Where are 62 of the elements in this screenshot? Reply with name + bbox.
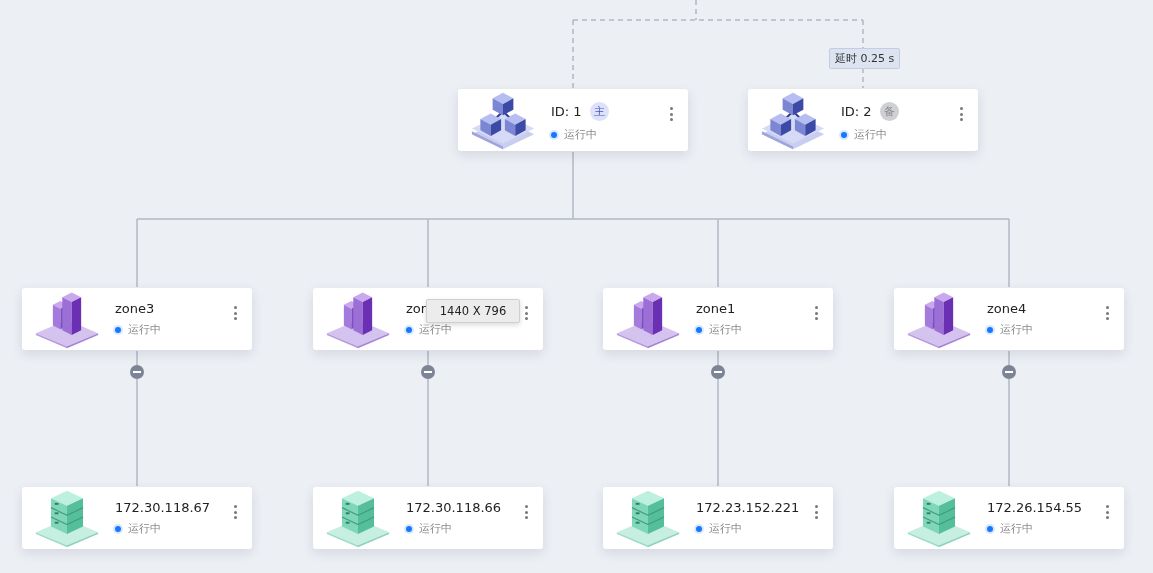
status-text: 运行中 [419, 322, 452, 337]
status-text: 运行中 [128, 521, 161, 536]
node-name: zone1 [696, 301, 736, 316]
more-icon[interactable] [1104, 504, 1110, 520]
status-dot-icon [551, 131, 557, 138]
status-text: 运行中 [564, 127, 597, 142]
status-dot-icon [841, 131, 847, 138]
more-icon[interactable] [232, 305, 238, 321]
status-dot-icon [406, 525, 412, 532]
node-card[interactable]: 172.26.154.55 运行中 [894, 487, 1124, 549]
status-text: 运行中 [128, 322, 161, 337]
more-icon[interactable] [813, 305, 819, 321]
server-stack-icon [325, 488, 391, 548]
collapse-icon[interactable] [711, 365, 725, 379]
status-dot-icon [696, 525, 702, 532]
delay-label: 延时 0.25 s [829, 48, 901, 69]
more-icon[interactable] [232, 504, 238, 520]
status-text: 运行中 [419, 521, 452, 536]
more-icon[interactable] [523, 305, 529, 321]
status-text: 运行中 [709, 322, 742, 337]
node-card[interactable]: 172.23.152.221 运行中 [603, 487, 833, 549]
node-card[interactable]: ID: 2 备 运行中 [748, 89, 978, 151]
node-card[interactable]: 172.30.118.67 运行中 [22, 487, 252, 549]
size-tooltip: 1440 X 796 [426, 299, 520, 323]
node-name: zone3 [115, 301, 155, 316]
status-dot-icon [115, 525, 121, 532]
node-name: zone4 [987, 301, 1027, 316]
more-icon[interactable] [523, 504, 529, 520]
node-card[interactable]: zone1 运行中 [603, 288, 833, 350]
cubes-icon [760, 90, 826, 150]
more-icon[interactable] [958, 106, 964, 122]
status-text: 运行中 [854, 127, 887, 142]
node-card[interactable]: ID: 1 主 运行中 [458, 89, 688, 151]
server-stack-icon [34, 488, 100, 548]
node-name: 172.30.118.67 [115, 500, 211, 515]
server-stack-icon [615, 488, 681, 548]
status-text: 运行中 [1000, 521, 1033, 536]
status-text: 运行中 [709, 521, 742, 536]
more-icon[interactable] [668, 106, 674, 122]
node-name: ID: 2 [841, 104, 872, 119]
collapse-icon[interactable] [130, 365, 144, 379]
node-card[interactable]: 172.30.118.66 运行中 [313, 487, 543, 549]
role-badge: 主 [589, 102, 609, 121]
status-dot-icon [115, 326, 121, 333]
node-name: ID: 1 [551, 104, 582, 119]
node-name: 172.30.118.66 [406, 500, 502, 515]
role-badge: 备 [879, 102, 899, 121]
collapse-icon[interactable] [421, 365, 435, 379]
server-stack-icon [906, 488, 972, 548]
more-icon[interactable] [1104, 305, 1110, 321]
node-card[interactable]: zone4 运行中 [894, 288, 1124, 350]
status-dot-icon [987, 326, 993, 333]
cubes-icon [470, 90, 536, 150]
node-name: 172.23.152.221 [696, 500, 800, 515]
status-dot-icon [987, 525, 993, 532]
node-card[interactable]: zone3 运行中 [22, 288, 252, 350]
collapse-icon[interactable] [1002, 365, 1016, 379]
status-dot-icon [696, 326, 702, 333]
more-icon[interactable] [813, 504, 819, 520]
node-name: 172.26.154.55 [987, 500, 1083, 515]
status-dot-icon [406, 326, 412, 333]
status-text: 运行中 [1000, 322, 1033, 337]
